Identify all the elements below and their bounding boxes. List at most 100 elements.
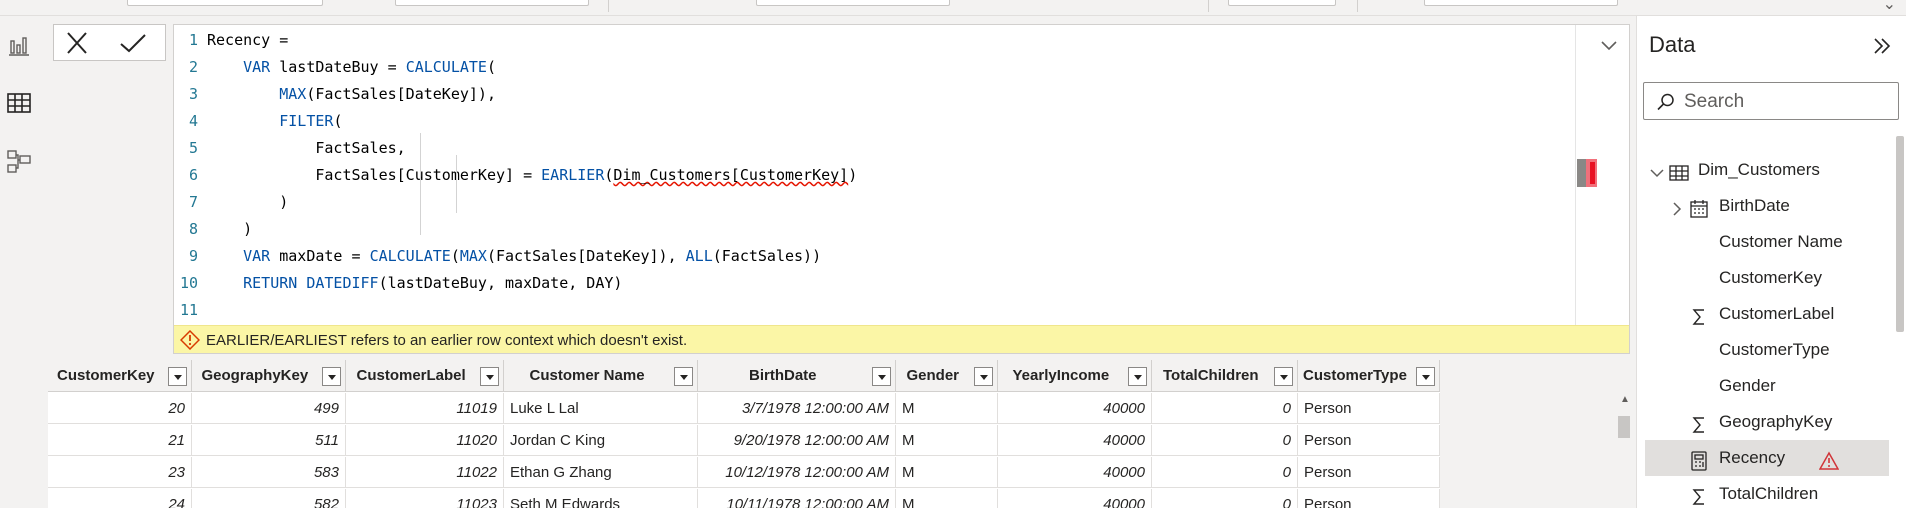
table-cell[interactable]: 11020 xyxy=(346,425,504,456)
table-cell[interactable]: 0 xyxy=(1152,489,1298,508)
table-cell[interactable]: 24 xyxy=(48,489,192,508)
table-cell[interactable]: 0 xyxy=(1152,425,1298,456)
scroll-up-icon[interactable]: ▲ xyxy=(1620,394,1630,405)
filter-dropdown-icon[interactable] xyxy=(322,367,341,386)
filter-dropdown-icon[interactable] xyxy=(480,367,499,386)
table-row[interactable]: 23 583 11022 Ethan G Zhang 10/12/1978 12:00:… xyxy=(48,457,1440,488)
table-view-icon[interactable] xyxy=(6,90,32,116)
report-view-icon[interactable] xyxy=(6,32,32,58)
table-cell[interactable]: 10/11/1978 12:00:00 AM xyxy=(698,489,896,508)
table-cell[interactable]: 10/12/1978 12:00:00 AM xyxy=(698,457,896,488)
field-item[interactable]: CustomerType xyxy=(1637,332,1889,368)
code-line[interactable]: 1 Recency = xyxy=(174,27,1574,54)
code-line[interactable]: 11 xyxy=(174,297,1574,324)
column-header[interactable]: CustomerKey xyxy=(48,360,192,392)
search-input[interactable]: Search xyxy=(1643,82,1899,120)
chevron-down-icon[interactable] xyxy=(1647,160,1667,180)
field-item[interactable]: TotalChildren xyxy=(1637,476,1889,508)
table-cell[interactable]: Person xyxy=(1298,457,1440,488)
table-cell[interactable]: M xyxy=(896,425,998,456)
toolbar-field-3[interactable] xyxy=(756,0,950,6)
table-cell[interactable]: 3/7/1978 12:00:00 AM xyxy=(698,393,896,424)
filter-dropdown-icon[interactable] xyxy=(168,367,187,386)
table-row[interactable]: 20 499 11019 Luke L Lal 3/7/1978 12:00:00 AM… xyxy=(48,393,1440,424)
toolbar-field-1[interactable] xyxy=(127,0,323,6)
table-cell[interactable]: 583 xyxy=(192,457,346,488)
filter-dropdown-icon[interactable] xyxy=(1416,367,1435,386)
table-cell[interactable]: 11019 xyxy=(346,393,504,424)
column-header[interactable]: Gender xyxy=(896,360,998,392)
cancel-button[interactable] xyxy=(60,29,94,57)
field-item[interactable]: Customer Name xyxy=(1637,224,1889,260)
table-cell[interactable]: M xyxy=(896,393,998,424)
filter-dropdown-icon[interactable] xyxy=(1274,367,1293,386)
column-header[interactable]: CustomerType xyxy=(1298,360,1440,392)
filter-dropdown-icon[interactable] xyxy=(1128,367,1147,386)
code-line[interactable]: 4 FILTER( xyxy=(174,108,1574,135)
table-cell[interactable]: Person xyxy=(1298,425,1440,456)
table-cell[interactable]: 40000 xyxy=(998,425,1152,456)
commit-button[interactable] xyxy=(116,29,150,57)
table-row[interactable]: 24 582 11023 Seth M Edwards 10/11/1978 12:00… xyxy=(48,489,1440,508)
table-cell[interactable]: 511 xyxy=(192,425,346,456)
code-line[interactable]: 3 MAX(FactSales[DateKey]), xyxy=(174,81,1574,108)
table-cell[interactable]: Luke L Lal xyxy=(504,393,698,424)
table-cell[interactable]: 40000 xyxy=(998,457,1152,488)
chevron-down-icon[interactable] xyxy=(1597,33,1621,57)
column-header[interactable]: BirthDate xyxy=(698,360,896,392)
tree-table-node[interactable]: Dim_Customers xyxy=(1637,152,1889,188)
code-line[interactable]: 2 VAR lastDateBuy = CALCULATE( xyxy=(174,54,1574,81)
code-line[interactable]: 6 FactSales[CustomerKey] = EARLIER(Dim_C… xyxy=(174,162,1574,189)
column-header[interactable]: TotalChildren xyxy=(1152,360,1298,392)
filter-dropdown-icon[interactable] xyxy=(872,367,891,386)
code-line[interactable]: 8 ) xyxy=(174,216,1574,243)
dax-formula-editor[interactable]: 1 Recency = 2 VAR lastDateBuy = CALCULATE(… xyxy=(173,24,1630,354)
table-cell[interactable]: 11023 xyxy=(346,489,504,508)
field-item[interactable]: CustomerKey xyxy=(1637,260,1889,296)
filter-dropdown-icon[interactable] xyxy=(974,367,993,386)
table-cell[interactable]: 499 xyxy=(192,393,346,424)
chevron-right-icon[interactable] xyxy=(1667,196,1687,216)
table-cell[interactable]: Ethan G Zhang xyxy=(504,457,698,488)
chevron-down-icon[interactable]: ⌄ xyxy=(1883,0,1896,14)
column-header[interactable]: CustomerLabel xyxy=(346,360,504,392)
table-cell[interactable]: 11022 xyxy=(346,457,504,488)
table-row[interactable]: 21 511 11020 Jordan C King 9/20/1978 12:00:0… xyxy=(48,425,1440,456)
toolbar-field-2[interactable] xyxy=(395,0,589,6)
table-cell[interactable]: 0 xyxy=(1152,393,1298,424)
field-item[interactable]: GeographyKey xyxy=(1637,404,1889,440)
toolbar-field-4[interactable] xyxy=(1228,0,1336,6)
table-cell[interactable]: Jordan C King xyxy=(504,425,698,456)
pane-scrollbar[interactable] xyxy=(1896,136,1904,332)
field-item[interactable]: Gender xyxy=(1637,368,1889,404)
table-cell[interactable]: M xyxy=(896,457,998,488)
table-cell[interactable]: 21 xyxy=(48,425,192,456)
table-cell[interactable]: 20 xyxy=(48,393,192,424)
table-cell[interactable]: 40000 xyxy=(998,393,1152,424)
table-scrollbar[interactable]: ▲ xyxy=(1617,392,1631,508)
table-cell[interactable]: Person xyxy=(1298,489,1440,508)
table-cell[interactable]: M xyxy=(896,489,998,508)
table-cell[interactable]: Seth M Edwards xyxy=(504,489,698,508)
table-cell[interactable]: 23 xyxy=(48,457,192,488)
table-cell[interactable]: 9/20/1978 12:00:00 AM xyxy=(698,425,896,456)
column-header[interactable]: YearlyIncome xyxy=(998,360,1152,392)
column-header[interactable]: Customer Name xyxy=(504,360,698,392)
model-view-icon[interactable] xyxy=(6,148,32,174)
table-cell[interactable]: 0 xyxy=(1152,457,1298,488)
table-cell[interactable]: 582 xyxy=(192,489,346,508)
code-line[interactable]: 5 FactSales, xyxy=(174,135,1574,162)
collapse-pane-icon[interactable] xyxy=(1870,34,1894,58)
filter-dropdown-icon[interactable] xyxy=(674,367,693,386)
field-item[interactable]: CustomerLabel xyxy=(1637,296,1889,332)
code-line[interactable]: 10 RETURN DATEDIFF(lastDateBuy, maxDate,… xyxy=(174,270,1574,297)
code-line[interactable]: 9 VAR maxDate = CALCULATE(MAX(FactSales[… xyxy=(174,243,1574,270)
toolbar-field-5[interactable] xyxy=(1424,0,1618,6)
column-header[interactable]: GeographyKey xyxy=(192,360,346,392)
field-item[interactable]: BirthDate xyxy=(1637,188,1889,224)
scroll-thumb[interactable] xyxy=(1618,416,1630,438)
table-cell[interactable]: Person xyxy=(1298,393,1440,424)
table-cell[interactable]: 40000 xyxy=(998,489,1152,508)
code-line[interactable]: 7 ) xyxy=(174,189,1574,216)
field-item[interactable]: Recency xyxy=(1645,440,1889,476)
